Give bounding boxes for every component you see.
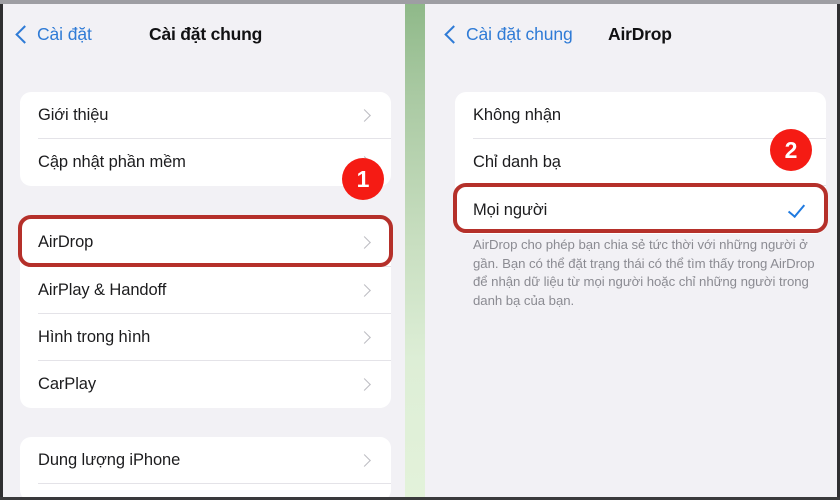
settings-group-2: AirDrop AirPlay & Handoff Hình trong hìn… xyxy=(20,217,391,408)
row-label: AirDrop xyxy=(38,232,94,251)
left-panel-general-settings: Cài đặt Cài đặt chung Giới thiệu Cập nhậ… xyxy=(3,4,405,497)
row-label: Hình trong hình xyxy=(38,328,151,346)
left-edge-border xyxy=(0,4,3,497)
option-label: Không nhận xyxy=(473,106,562,124)
row-dung-luong-iphone[interactable]: Dung lượng iPhone xyxy=(20,437,391,484)
panel-separator-strip xyxy=(405,4,425,497)
chevron-right-icon xyxy=(358,109,371,122)
right-back-button[interactable]: Cài đặt chung xyxy=(444,24,573,45)
option-label: Chỉ danh bạ xyxy=(473,153,561,171)
left-back-button[interactable]: Cài đặt xyxy=(15,24,92,45)
chevron-left-icon xyxy=(15,25,34,44)
option-khong-nhan[interactable]: Không nhận xyxy=(455,92,826,139)
row-hinh-trong-hinh[interactable]: Hình trong hình xyxy=(20,314,391,361)
right-back-label: Cài đặt chung xyxy=(466,24,573,44)
right-page-title: AirDrop xyxy=(608,24,672,44)
row-label: AirPlay & Handoff xyxy=(38,281,167,299)
airdrop-description-text: AirDrop cho phép bạn chia sẻ tức thời vớ… xyxy=(473,237,815,308)
right-panel-airdrop-settings: Cài đặt chung AirDrop Không nhận Chỉ dan… xyxy=(425,4,837,497)
row-label: Giới thiệu xyxy=(38,106,109,124)
row-partially-visible[interactable] xyxy=(20,484,391,497)
row-label: Dung lượng iPhone xyxy=(38,451,181,469)
step-badge-2: 2 xyxy=(770,129,812,171)
left-back-label: Cài đặt xyxy=(37,24,92,44)
step-badge-1: 1 xyxy=(342,158,384,200)
row-airdrop[interactable]: AirDrop xyxy=(20,217,391,267)
option-label: Mọi người xyxy=(473,200,548,219)
settings-group-1: Giới thiệu Cập nhật phần mềm xyxy=(20,92,391,186)
top-chrome-bar xyxy=(0,0,840,4)
chevron-right-icon xyxy=(358,378,371,391)
left-nav-bar: Cài đặt Cài đặt chung xyxy=(3,4,405,62)
settings-group-3: Dung lượng iPhone xyxy=(20,437,391,497)
chevron-right-icon xyxy=(358,331,371,344)
chevron-right-icon xyxy=(358,235,371,249)
chevron-right-icon xyxy=(358,454,371,467)
checkmark-icon xyxy=(788,201,806,219)
chevron-right-icon xyxy=(358,284,371,297)
right-nav-bar: Cài đặt chung AirDrop xyxy=(425,4,837,62)
row-carplay[interactable]: CarPlay xyxy=(20,361,391,408)
row-label: Cập nhật phần mềm xyxy=(38,153,186,171)
row-cap-nhat-phan-mem[interactable]: Cập nhật phần mềm xyxy=(20,139,391,186)
option-moi-nguoi[interactable]: Mọi người xyxy=(455,186,826,234)
screenshot-root: Cài đặt Cài đặt chung Giới thiệu Cập nhậ… xyxy=(0,0,840,500)
row-label: CarPlay xyxy=(38,375,96,393)
row-airplay-handoff[interactable]: AirPlay & Handoff xyxy=(20,267,391,314)
chevron-left-icon xyxy=(444,25,463,44)
airdrop-options-group: Không nhận Chỉ danh bạ Mọi người xyxy=(455,92,826,234)
left-page-title: Cài đặt chung xyxy=(149,24,263,44)
row-gioi-thieu[interactable]: Giới thiệu xyxy=(20,92,391,139)
